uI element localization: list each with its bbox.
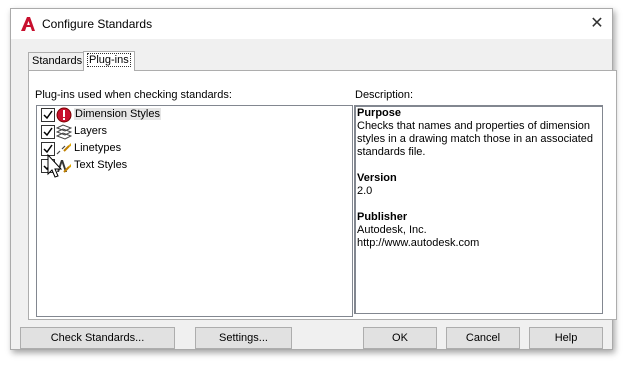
plug-ins-label: Plug-ins used when checking standards: [35, 89, 232, 101]
check-icon [43, 127, 53, 137]
list-item-label: Dimension Styles [74, 108, 161, 120]
window-title: Configure Standards [42, 17, 153, 31]
version-heading: Version [357, 172, 397, 184]
tab-plug-ins[interactable]: Plug-ins [83, 51, 135, 71]
list-item-label: Text Styles [74, 159, 128, 171]
ok-button[interactable]: OK [363, 327, 437, 349]
configure-standards-dialog: Configure Standards ✕ Standards Plug-ins… [10, 8, 617, 350]
layers-icon [56, 124, 72, 140]
tab-standards[interactable]: Standards [28, 52, 87, 70]
purpose-line: standards file. [357, 146, 426, 158]
plug-ins-panel: Plug-ins used when checking standards: D… [28, 70, 617, 320]
list-item-label: Layers [74, 125, 108, 137]
dimension-styles-icon [56, 107, 72, 123]
checkbox[interactable] [41, 108, 55, 122]
mouse-pointer-icon [47, 154, 63, 178]
cancel-button[interactable]: Cancel [446, 327, 520, 349]
description-box: Purpose Checks that names and properties… [354, 105, 603, 314]
publisher-heading: Publisher [357, 211, 408, 223]
plug-ins-list[interactable]: Dimension Styles Layers Linetypes Text S… [36, 105, 353, 317]
check-icon [43, 110, 53, 120]
description-label: Description: [355, 89, 414, 101]
purpose-heading: Purpose [357, 107, 402, 119]
help-button[interactable]: Help [529, 327, 603, 349]
autocad-app-icon [21, 17, 35, 31]
close-icon[interactable]: ✕ [587, 14, 607, 34]
check-standards-button[interactable]: Check Standards... [20, 327, 175, 349]
version-value: 2.0 [357, 185, 373, 197]
check-icon [43, 144, 53, 154]
publisher-value: Autodesk, Inc. [357, 224, 427, 236]
tab-plug-ins-label: Plug-ins [87, 53, 131, 67]
title-bar[interactable]: Configure Standards ✕ [11, 9, 612, 39]
list-item-label: Linetypes [74, 142, 122, 154]
purpose-line: styles in a drawing match those in an as… [357, 133, 594, 145]
settings-button[interactable]: Settings... [195, 327, 292, 349]
tab-standards-label: Standards [32, 55, 83, 67]
purpose-line: Checks that names and properties of dime… [357, 120, 590, 132]
checkbox[interactable] [41, 125, 55, 139]
publisher-url: http://www.autodesk.com [357, 237, 480, 249]
